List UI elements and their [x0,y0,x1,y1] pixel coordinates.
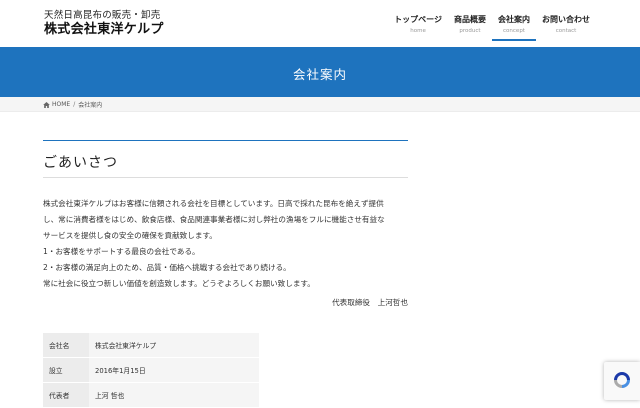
breadcrumb-current: 会社案内 [78,102,103,109]
page-banner: 会社案内 [0,47,640,97]
breadcrumb-separator: / [73,101,76,108]
site-logo[interactable]: 天然日高昆布の販売・卸売 株式会社東洋ケルプ [44,11,164,36]
main-nav: トップページ home 商品概要 product 会社案内 concept お問… [388,14,596,41]
table-value: 株式会社東洋ケルプ [89,333,259,358]
nav-sublabel: concept [503,28,525,34]
nav-label: お問い合わせ [542,15,590,24]
table-value: 2016年1月15日 [89,357,259,383]
nav-sublabel: home [410,28,426,34]
recaptcha-badge[interactable] [604,362,640,400]
section-top-rule [43,140,408,141]
nav-item-contact[interactable]: お問い合わせ contact [536,14,596,40]
section-divider [43,177,408,178]
nav-item-product[interactable]: 商品概要 product [448,14,492,40]
table-label: 代表者 [43,382,89,408]
table-row: 会社名 株式会社東洋ケルプ [43,333,259,358]
site-company-name: 株式会社東洋ケルプ [44,21,164,37]
home-icon [43,101,50,108]
nav-sublabel: product [459,28,481,34]
breadcrumb-home-link[interactable]: HOME [52,101,70,108]
nav-label: トップページ [394,15,442,24]
nav-item-home[interactable]: トップページ home [388,14,448,40]
breadcrumb: HOME / 会社案内 [0,97,640,112]
page-title: 会社案内 [292,67,347,82]
greeting-title: ごあいさつ [43,155,118,171]
nav-item-concept[interactable]: 会社案内 concept [492,14,536,41]
greeting-line: 1・お客様をサポートする最良の会社である。 [43,247,200,257]
table-row: 代表者 上河 哲也 [43,382,259,408]
greeting-text: 株式会社東洋ケルプはお客様に信頼される会社を目標としています。日高で採れた昆布を… [43,196,409,293]
greeting-line: 株式会社東洋ケルプはお客様に信頼される会社を目標としています。日高で採れた昆布を… [43,199,384,208]
table-row: 設立 2016年1月15日 [43,357,259,383]
site-header: 天然日高昆布の販売・卸売 株式会社東洋ケルプ トップページ home 商品概要 … [0,0,640,47]
table-value: 上河 哲也 [89,382,259,408]
table-label: 会社名 [43,333,89,358]
greeting-line: 常に社会に役立つ新しい価値を創造致します。どうぞよろしくお願い致します。 [43,279,315,289]
company-info-table: 会社名 株式会社東洋ケルプ 設立 2016年1月15日 代表者 上河 哲也 [43,333,259,408]
greeting-signature: 代表取締役 上河哲也 [332,298,408,307]
greeting-line: サービスを提供し食の安全の確保を貢献致します。 [43,231,217,241]
nav-label: 会社案内 [498,15,530,24]
recaptcha-icon [614,372,630,388]
table-label: 設立 [43,357,89,383]
nav-sublabel: contact [555,28,577,34]
nav-label: 商品概要 [454,15,486,24]
greeting-line: し、常に消費者様をはじめ、飲食店様、食品関連事業者様に対し弊社の漁場をフルに機能… [43,215,385,225]
site-tagline: 天然日高昆布の販売・卸売 [44,10,161,21]
greeting-line: 2・お客様の満足向上のため、品質・価格へ挑戦する会社であり続ける。 [43,263,291,273]
